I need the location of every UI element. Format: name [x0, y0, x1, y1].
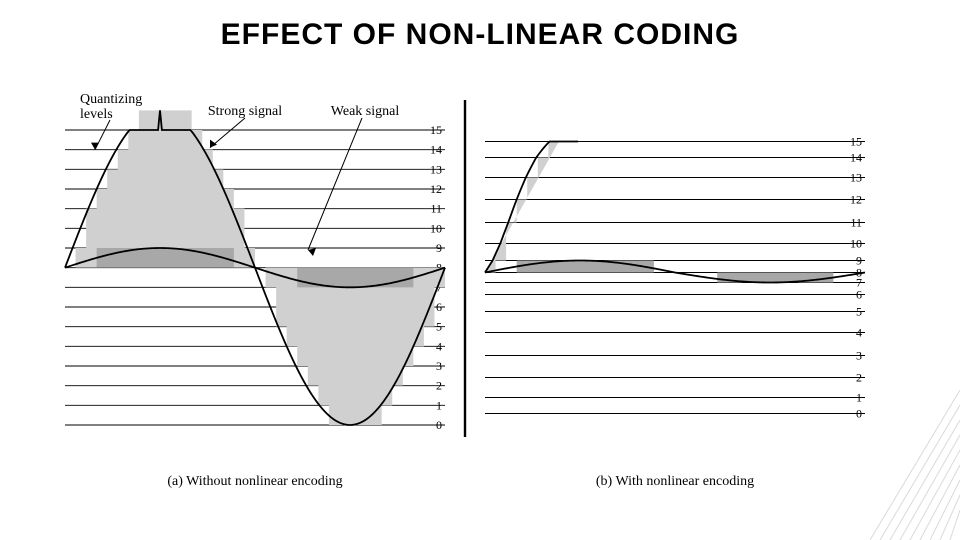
svg-text:9: 9 — [436, 241, 442, 255]
page-title: EFFECT OF NON-LINEAR CODING — [0, 18, 960, 52]
svg-text:4: 4 — [856, 326, 862, 340]
svg-text:5: 5 — [436, 320, 442, 334]
svg-text:15: 15 — [430, 123, 442, 137]
svg-text:0: 0 — [436, 418, 442, 432]
svg-text:12: 12 — [430, 182, 442, 196]
svg-text:Quantizing: Quantizing — [80, 92, 142, 107]
svg-text:12: 12 — [850, 193, 862, 207]
svg-text:levels: levels — [80, 107, 113, 122]
svg-text:1: 1 — [856, 391, 862, 405]
svg-text:1: 1 — [436, 398, 442, 412]
svg-text:13: 13 — [430, 162, 442, 176]
svg-text:6: 6 — [856, 288, 862, 302]
svg-text:4: 4 — [436, 339, 442, 353]
svg-text:0: 0 — [856, 407, 862, 421]
svg-text:15: 15 — [850, 135, 862, 149]
svg-text:11: 11 — [430, 202, 442, 216]
svg-text:3: 3 — [436, 359, 442, 373]
svg-text:9: 9 — [856, 254, 862, 268]
svg-text:6: 6 — [436, 300, 442, 314]
svg-text:2: 2 — [856, 371, 862, 385]
svg-text:2: 2 — [436, 379, 442, 393]
svg-text:14: 14 — [430, 143, 442, 157]
svg-text:10: 10 — [430, 221, 442, 235]
diagram-figure: 0123456789101112131415012345678910111213… — [50, 85, 910, 505]
svg-text:13: 13 — [850, 171, 862, 185]
svg-text:10: 10 — [850, 237, 862, 251]
svg-text:Strong signal: Strong signal — [208, 104, 282, 119]
svg-text:14: 14 — [850, 151, 862, 165]
svg-text:3: 3 — [856, 349, 862, 363]
svg-text:Weak signal: Weak signal — [331, 104, 400, 119]
svg-text:5: 5 — [856, 305, 862, 319]
svg-text:(b) With nonlinear encoding: (b) With nonlinear encoding — [596, 474, 754, 489]
svg-text:(a) Without nonlinear encoding: (a) Without nonlinear encoding — [167, 474, 342, 489]
svg-text:11: 11 — [850, 216, 862, 230]
